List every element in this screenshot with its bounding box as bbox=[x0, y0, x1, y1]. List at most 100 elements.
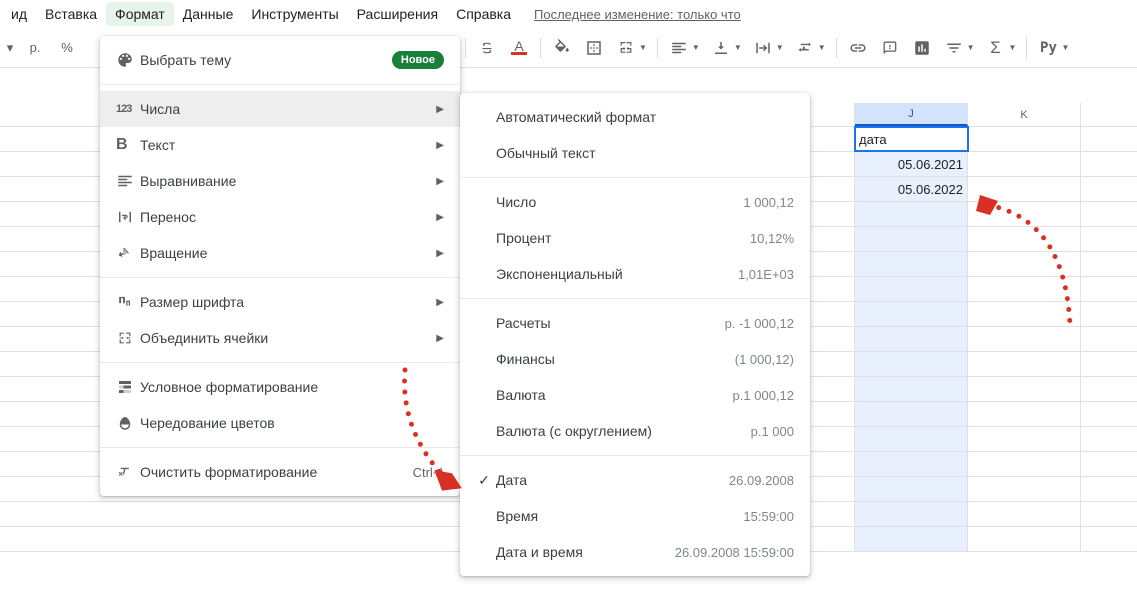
cell-j[interactable] bbox=[855, 452, 968, 476]
menu-item-wrap[interactable]: Перенос ▶ bbox=[100, 199, 460, 235]
chevron-down-icon[interactable]: ▼ bbox=[692, 43, 700, 52]
menu-item-clear-format[interactable]: Очистить форматирование Ctrl+\ bbox=[100, 454, 460, 490]
cell-k[interactable] bbox=[968, 377, 1081, 401]
cell-k[interactable] bbox=[968, 352, 1081, 376]
menu-tools[interactable]: Инструменты bbox=[242, 2, 347, 26]
cell-j[interactable] bbox=[855, 277, 968, 301]
menu-item-text[interactable]: B Текст ▶ bbox=[100, 127, 460, 163]
filter-icon[interactable] bbox=[939, 33, 969, 63]
cell-k[interactable] bbox=[968, 527, 1081, 551]
vertical-align-icon[interactable] bbox=[706, 33, 736, 63]
menu-item-conditional[interactable]: Условное форматирование bbox=[100, 369, 460, 405]
cell-j2[interactable]: 05.06.2021 bbox=[855, 152, 968, 176]
format-financial[interactable]: Финансы (1 000,12) bbox=[460, 341, 810, 377]
cell-blank[interactable] bbox=[1081, 327, 1137, 351]
strikethrough-icon[interactable] bbox=[472, 33, 502, 63]
functions-icon[interactable]: Σ bbox=[981, 33, 1011, 63]
text-rotation-icon[interactable] bbox=[790, 33, 820, 63]
cell-j1[interactable]: дата bbox=[855, 127, 968, 151]
cell-j[interactable] bbox=[855, 377, 968, 401]
cell-blank[interactable] bbox=[1081, 227, 1137, 251]
merge-cells-icon[interactable] bbox=[611, 33, 641, 63]
format-auto[interactable]: Автоматический формат bbox=[460, 99, 810, 135]
insert-comment-icon[interactable] bbox=[875, 33, 905, 63]
cell-blank[interactable] bbox=[1081, 452, 1137, 476]
cell-j[interactable] bbox=[855, 502, 968, 526]
cell-blank[interactable] bbox=[1081, 152, 1137, 176]
cell-j[interactable] bbox=[855, 527, 968, 551]
chevron-down-icon[interactable]: ▼ bbox=[1009, 43, 1017, 52]
menu-item-numbers[interactable]: 123 Числа ▶ bbox=[100, 91, 460, 127]
cell-k[interactable] bbox=[968, 327, 1081, 351]
percent-format-btn[interactable]: % bbox=[52, 33, 82, 63]
format-number[interactable]: Число 1 000,12 bbox=[460, 184, 810, 220]
cell-k[interactable] bbox=[968, 427, 1081, 451]
cell-j3[interactable]: 05.06.2022 bbox=[855, 177, 968, 201]
cell-j[interactable] bbox=[855, 402, 968, 426]
cell-k[interactable] bbox=[968, 502, 1081, 526]
cell-blank[interactable] bbox=[1081, 127, 1137, 151]
cell-blank[interactable] bbox=[1081, 527, 1137, 551]
menu-extensions[interactable]: Расширения bbox=[348, 2, 447, 26]
chevron-down-icon[interactable]: ▼ bbox=[734, 43, 742, 52]
cell-blank[interactable] bbox=[1081, 177, 1137, 201]
cell-j[interactable] bbox=[855, 202, 968, 226]
cell-j[interactable] bbox=[855, 477, 968, 501]
borders-icon[interactable] bbox=[579, 33, 609, 63]
cell-blank[interactable] bbox=[1081, 477, 1137, 501]
cell-j[interactable] bbox=[855, 327, 968, 351]
cell-k2[interactable] bbox=[968, 152, 1081, 176]
cell-k[interactable] bbox=[968, 202, 1081, 226]
format-plain-text[interactable]: Обычный текст bbox=[460, 135, 810, 171]
menu-item-align[interactable]: Выравнивание ▶ bbox=[100, 163, 460, 199]
format-scientific[interactable]: Экспоненциальный 1,01E+03 bbox=[460, 256, 810, 292]
cell-k3[interactable] bbox=[968, 177, 1081, 201]
toolbar-unknown-btn[interactable]: ▾ bbox=[2, 33, 18, 63]
format-date[interactable]: ✓ Дата 26.09.2008 bbox=[460, 462, 810, 498]
cell-j[interactable] bbox=[855, 227, 968, 251]
last-edit-link[interactable]: Последнее изменение: только что bbox=[534, 7, 741, 22]
insert-link-icon[interactable] bbox=[843, 33, 873, 63]
cell-k1[interactable] bbox=[968, 127, 1081, 151]
chevron-down-icon[interactable]: ▼ bbox=[967, 43, 975, 52]
cell-blank[interactable] bbox=[1081, 377, 1137, 401]
cell-j[interactable] bbox=[855, 252, 968, 276]
menu-item-rotation[interactable]: Вращение ▶ bbox=[100, 235, 460, 271]
insert-chart-icon[interactable] bbox=[907, 33, 937, 63]
format-percent[interactable]: Процент 10,12% bbox=[460, 220, 810, 256]
chevron-down-icon[interactable]: ▼ bbox=[776, 43, 784, 52]
chevron-down-icon[interactable]: ▼ bbox=[1061, 43, 1069, 52]
menu-help[interactable]: Справка bbox=[447, 2, 520, 26]
menu-insert[interactable]: Вставка bbox=[36, 2, 106, 26]
cell-j[interactable] bbox=[855, 302, 968, 326]
text-color-btn[interactable]: A bbox=[504, 33, 534, 63]
cell-blank[interactable] bbox=[1081, 402, 1137, 426]
chevron-down-icon[interactable]: ▼ bbox=[818, 43, 826, 52]
cell-blank[interactable] bbox=[1081, 302, 1137, 326]
menu-item-merge[interactable]: Объединить ячейки ▶ bbox=[100, 320, 460, 356]
currency-format-btn[interactable]: р. bbox=[20, 33, 50, 63]
chevron-down-icon[interactable]: ▼ bbox=[639, 43, 647, 52]
cell-k[interactable] bbox=[968, 402, 1081, 426]
cell-k[interactable] bbox=[968, 252, 1081, 276]
format-time[interactable]: Время 15:59:00 bbox=[460, 498, 810, 534]
cell-k[interactable] bbox=[968, 277, 1081, 301]
format-currency[interactable]: Валюта р.1 000,12 bbox=[460, 377, 810, 413]
cell-k[interactable] bbox=[968, 227, 1081, 251]
cell-k[interactable] bbox=[968, 302, 1081, 326]
python-btn[interactable]: Py bbox=[1033, 33, 1063, 63]
menu-item-theme[interactable]: Выбрать тему Новое bbox=[100, 42, 460, 78]
text-wrap-icon[interactable] bbox=[748, 33, 778, 63]
format-accounting[interactable]: Расчеты р. -1 000,12 bbox=[460, 305, 810, 341]
menu-item-font-size[interactable]: Размер шрифта ▶ bbox=[100, 284, 460, 320]
col-header-j[interactable]: J bbox=[855, 103, 968, 126]
cell-j[interactable] bbox=[855, 427, 968, 451]
cell-k[interactable] bbox=[968, 477, 1081, 501]
menu-format[interactable]: Формат bbox=[106, 2, 174, 26]
format-datetime[interactable]: Дата и время 26.09.2008 15:59:00 bbox=[460, 534, 810, 570]
cell-blank[interactable] bbox=[1081, 202, 1137, 226]
cell-blank[interactable] bbox=[1081, 502, 1137, 526]
cell-j[interactable] bbox=[855, 352, 968, 376]
fill-color-icon[interactable] bbox=[547, 33, 577, 63]
cell-blank[interactable] bbox=[1081, 427, 1137, 451]
